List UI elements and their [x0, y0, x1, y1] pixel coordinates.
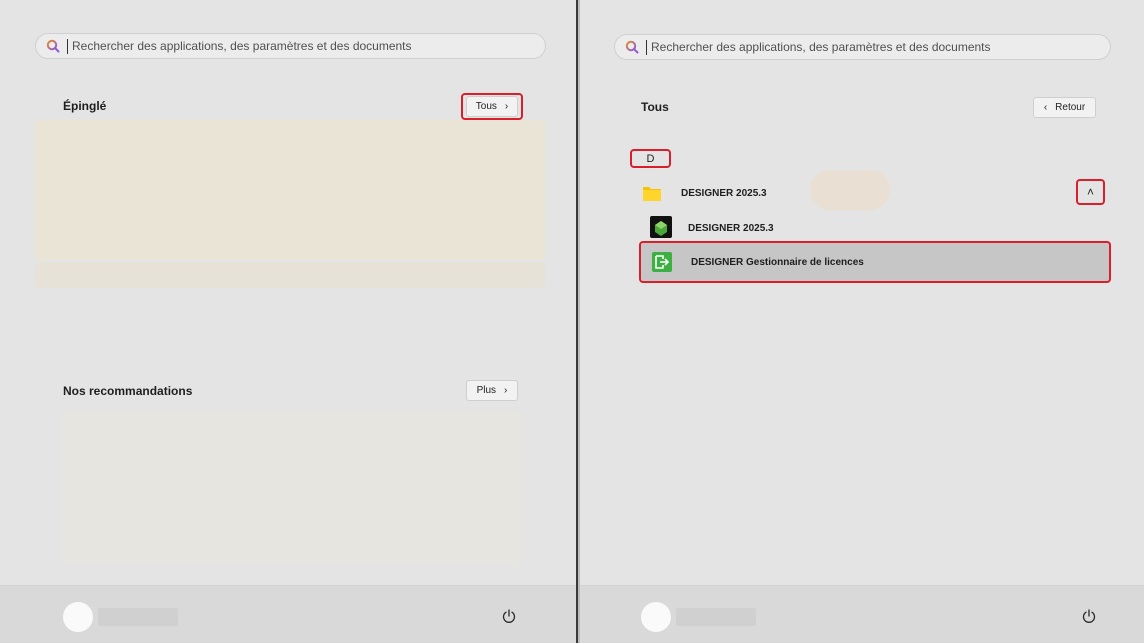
start-menu-pinned-view: Rechercher des applications, des paramèt…: [0, 0, 578, 643]
folder-label: DESIGNER 2025.3: [681, 188, 767, 199]
search-icon: [625, 40, 639, 54]
start-menu-all-apps-view: Rechercher des applications, des paramèt…: [580, 0, 1144, 643]
designer-app-icon: [650, 216, 672, 238]
recommended-title: Nos recommandations: [63, 384, 193, 398]
chevron-left-icon: ‹: [1043, 102, 1048, 113]
back-label: Retour: [1055, 102, 1086, 113]
collapse-folder-button[interactable]: ˄: [1076, 179, 1105, 205]
username-blur[interactable]: [98, 608, 178, 626]
highlight-license-manager: [639, 241, 1111, 283]
power-icon[interactable]: [1081, 608, 1097, 624]
app-label: DESIGNER 2025.3: [688, 223, 774, 234]
pinned-apps-blur: [35, 120, 545, 260]
folder-icon: [643, 187, 661, 201]
user-footer: [580, 585, 1144, 643]
recommendations-blur: [62, 412, 520, 562]
more-label: Plus: [476, 385, 497, 396]
back-button[interactable]: ‹ Retour: [1033, 97, 1096, 118]
text-caret: [67, 39, 68, 54]
letter-label: D: [646, 153, 655, 165]
chevron-up-icon: ˄: [1086, 185, 1094, 199]
app-row-designer[interactable]: DESIGNER 2025.3: [650, 215, 1110, 241]
search-box[interactable]: Rechercher des applications, des paramèt…: [35, 33, 546, 59]
search-box[interactable]: Rechercher des applications, des paramèt…: [614, 34, 1111, 60]
search-icon: [46, 39, 60, 53]
pinned-title: Épinglé: [63, 99, 107, 113]
user-footer: [0, 585, 576, 643]
search-placeholder: Rechercher des applications, des paramèt…: [72, 39, 412, 53]
pinned-apps-row-blur: [35, 262, 545, 288]
more-button[interactable]: Plus ›: [466, 380, 518, 401]
highlight-all-button: [461, 93, 523, 120]
folder-row-designer[interactable]: DESIGNER 2025.3: [640, 180, 1110, 208]
chevron-right-icon: ›: [504, 385, 508, 396]
avatar[interactable]: [63, 602, 93, 632]
letter-header-d[interactable]: D: [630, 149, 671, 168]
power-icon[interactable]: [501, 608, 517, 624]
search-placeholder: Rechercher des applications, des paramèt…: [651, 40, 991, 54]
text-caret: [646, 40, 647, 55]
username-blur[interactable]: [676, 608, 756, 626]
avatar[interactable]: [641, 602, 671, 632]
all-apps-title: Tous: [641, 100, 669, 114]
